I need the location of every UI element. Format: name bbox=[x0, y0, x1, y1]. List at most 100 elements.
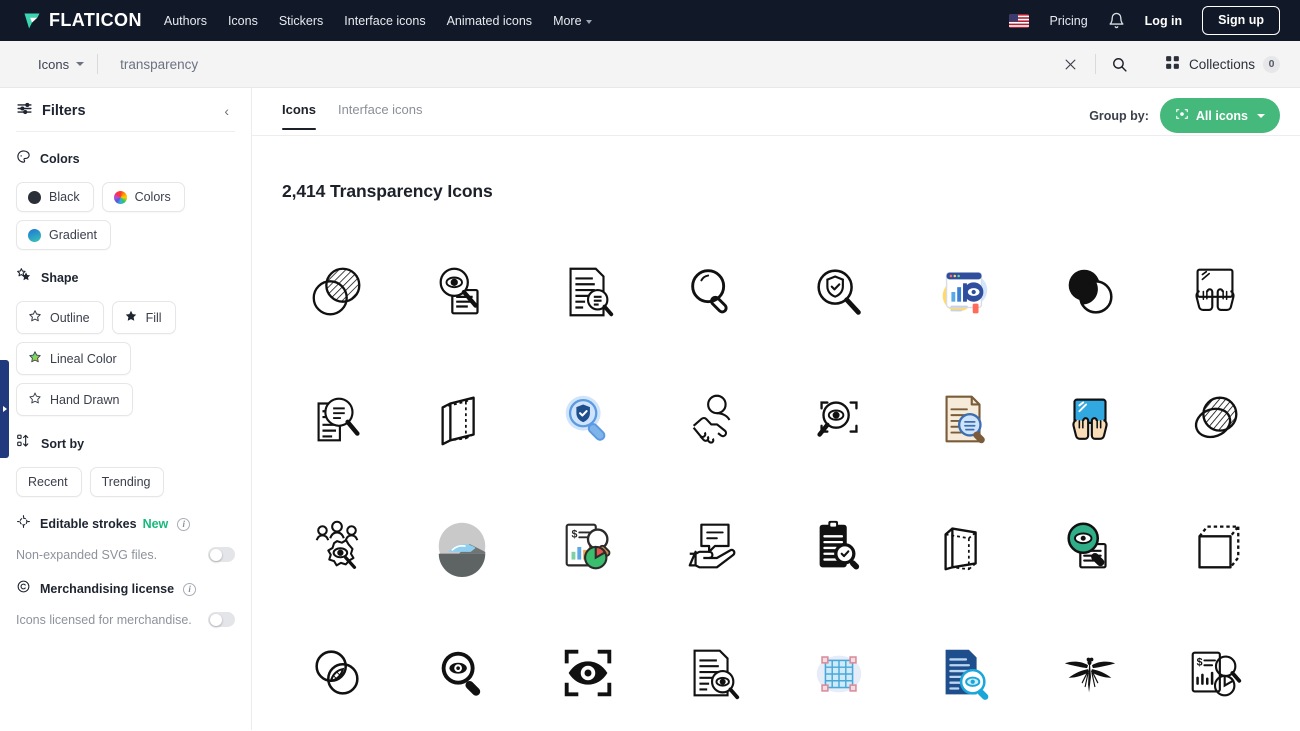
star-hand-drawn-icon bbox=[28, 391, 42, 408]
flaticon-logo[interactable]: FLATICON bbox=[16, 10, 142, 31]
group-by-label: Group by: bbox=[1089, 108, 1149, 123]
filter-group-sort-by: Sort by Recent Trending bbox=[16, 433, 235, 497]
icon-card-dashboard-analytics-eye[interactable] bbox=[902, 228, 1028, 355]
icon-card-document-search-lines[interactable] bbox=[274, 355, 400, 482]
editable-strokes-toggle[interactable] bbox=[208, 547, 235, 562]
icon-card-transparent-box-3d[interactable] bbox=[400, 355, 526, 482]
icon-card-hands-cleaning-blue-glass[interactable] bbox=[1027, 355, 1153, 482]
login-button[interactable]: Log in bbox=[1145, 14, 1183, 28]
info-icon[interactable]: i bbox=[177, 517, 191, 531]
icon-card-clipboard-check-magnifier[interactable] bbox=[776, 482, 902, 609]
icon-card-hands-cleaning-glass[interactable] bbox=[1153, 228, 1279, 355]
group-frame-icon bbox=[1175, 107, 1189, 124]
sort-icon bbox=[16, 433, 32, 454]
nav-link-more[interactable]: More bbox=[553, 14, 592, 28]
icon-card-green-eye-magnifier-document[interactable] bbox=[1027, 482, 1153, 609]
nav-link-pricing[interactable]: Pricing bbox=[1049, 14, 1087, 28]
filter-chip-lineal-color[interactable]: Lineal Color bbox=[16, 342, 131, 375]
merchandising-toggle[interactable] bbox=[208, 612, 235, 627]
search-actions bbox=[1053, 54, 1138, 74]
search-input[interactable] bbox=[98, 56, 1053, 72]
icon-card-overlapping-circles-hatched[interactable] bbox=[274, 228, 400, 355]
chip-label: Fill bbox=[145, 310, 162, 325]
sort-chip-list: Recent Trending bbox=[16, 467, 235, 497]
nav-link-stickers[interactable]: Stickers bbox=[279, 14, 323, 28]
icon-card-blue-shield-magnifier[interactable] bbox=[525, 355, 651, 482]
icon-card-document-magnifier[interactable] bbox=[525, 228, 651, 355]
icon-card-hand-document-signature[interactable] bbox=[651, 482, 777, 609]
icon-card-contract-magnifier-color[interactable] bbox=[902, 355, 1028, 482]
icon-card-handshake-inspect[interactable] bbox=[651, 355, 777, 482]
group-by-value: All icons bbox=[1195, 108, 1248, 123]
brand-text: FLATICON bbox=[49, 10, 142, 30]
icon-card-transparent-prism-box[interactable] bbox=[902, 482, 1028, 609]
filter-chip-recent[interactable]: Recent bbox=[16, 467, 82, 497]
filter-chip-trending[interactable]: Trending bbox=[89, 467, 165, 497]
icon-card-dashed-cube-outline[interactable] bbox=[1153, 482, 1279, 609]
editable-strokes-row: Non-expanded SVG files. bbox=[16, 547, 235, 562]
svg-text:$: $ bbox=[1197, 656, 1203, 668]
filter-chip-black[interactable]: Black bbox=[16, 182, 94, 212]
icon-card-overlap-circles-diagonal[interactable] bbox=[274, 609, 400, 731]
icon-card-eye-scan-magnifier[interactable] bbox=[776, 355, 902, 482]
tab-icons[interactable]: Icons bbox=[282, 102, 316, 130]
color-chip-list: Black Colors Gradient bbox=[16, 182, 235, 250]
group-title: Merchandising license bbox=[40, 582, 175, 596]
icon-card-team-gear-eye[interactable] bbox=[274, 482, 400, 609]
chevron-down-icon bbox=[1257, 113, 1265, 118]
chevron-left-icon[interactable]: ‹ bbox=[218, 100, 235, 122]
notification-bell-icon[interactable] bbox=[1108, 12, 1125, 29]
color-wheel-swatch-icon bbox=[113, 190, 127, 204]
icon-card-eye-magnifier-solid[interactable] bbox=[400, 609, 526, 731]
black-swatch-icon bbox=[28, 190, 41, 204]
chip-label: Trending bbox=[101, 475, 151, 489]
icon-card-transparency-grid-nodes[interactable] bbox=[776, 609, 902, 731]
icon-card-blue-document-eye-search[interactable] bbox=[902, 609, 1028, 731]
group-title: Editable strokes bbox=[40, 517, 137, 531]
icon-card-magnifying-glass[interactable] bbox=[651, 228, 777, 355]
us-flag-icon[interactable] bbox=[1009, 13, 1030, 28]
sidebar-expand-handle[interactable] bbox=[0, 360, 9, 458]
icon-card-financial-report-chart-magnifier[interactable]: $ bbox=[525, 482, 651, 609]
merchandising-description: Icons licensed for merchandise. bbox=[16, 612, 192, 627]
icon-card-shield-check-magnifier[interactable] bbox=[776, 228, 902, 355]
star-shape-icon bbox=[16, 267, 32, 288]
nav-link-authors[interactable]: Authors bbox=[164, 14, 207, 28]
filter-chip-fill[interactable]: Fill bbox=[111, 301, 176, 334]
icon-card-dragonfly[interactable] bbox=[1027, 609, 1153, 731]
filter-group-editable-strokes: Editable strokes New i Non-expanded SVG … bbox=[16, 514, 235, 562]
filter-chip-colors[interactable]: Colors bbox=[101, 182, 185, 212]
collections-button[interactable]: Collections 0 bbox=[1164, 54, 1284, 74]
nav-link-animated-icons[interactable]: Animated icons bbox=[447, 14, 532, 28]
filter-chip-outline[interactable]: Outline bbox=[16, 301, 104, 334]
filters-title: Filters bbox=[42, 103, 86, 119]
chip-label: Gradient bbox=[49, 228, 97, 242]
tab-interface-icons[interactable]: Interface icons bbox=[338, 102, 423, 130]
icon-card-finance-report-pie-magnifier[interactable]: $ bbox=[1153, 609, 1279, 731]
results-main: Icons Interface icons Group by: All icon… bbox=[252, 88, 1300, 730]
icon-card-hatched-circle-overlap[interactable] bbox=[1153, 355, 1279, 482]
icon-card-grey-circle-landscape[interactable] bbox=[400, 482, 526, 609]
nav-link-interface-icons[interactable]: Interface icons bbox=[344, 14, 425, 28]
clear-search-button[interactable] bbox=[1053, 57, 1089, 72]
signup-button[interactable]: Sign up bbox=[1202, 6, 1280, 35]
filter-chip-gradient[interactable]: Gradient bbox=[16, 220, 111, 250]
svg-text:$: $ bbox=[571, 528, 577, 540]
group-by-dropdown[interactable]: All icons bbox=[1159, 98, 1280, 133]
icon-card-document-eye-magnifier[interactable] bbox=[651, 609, 777, 731]
group-header: Editable strokes New i bbox=[16, 514, 235, 534]
new-badge: New bbox=[142, 517, 169, 531]
search-submit-button[interactable] bbox=[1102, 56, 1138, 73]
nav-link-icons[interactable]: Icons bbox=[228, 14, 258, 28]
strokes-icon bbox=[16, 514, 31, 534]
sliders-icon bbox=[16, 100, 33, 122]
filter-chip-hand-drawn[interactable]: Hand Drawn bbox=[16, 383, 134, 416]
icon-card-overlapping-circles-filled[interactable] bbox=[1027, 228, 1153, 355]
results-header: Icons Interface icons Group by: All icon… bbox=[252, 88, 1300, 136]
info-icon[interactable]: i bbox=[183, 582, 197, 596]
nav-label: Animated icons bbox=[446, 13, 533, 28]
icon-card-eye-scan-frame[interactable] bbox=[525, 609, 651, 731]
search-scope-dropdown[interactable]: Icons bbox=[16, 57, 98, 72]
chip-label: Recent bbox=[28, 475, 68, 489]
icon-card-eye-magnifier-document[interactable] bbox=[400, 228, 526, 355]
